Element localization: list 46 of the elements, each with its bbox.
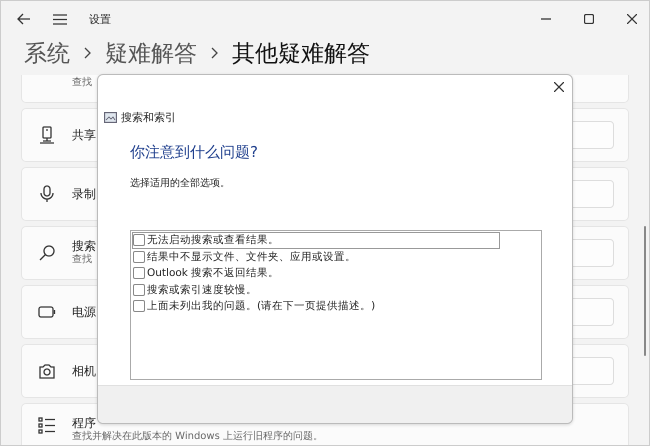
checkbox[interactable] xyxy=(133,234,145,246)
option-item[interactable]: 无法启动搜索或查看结果。 xyxy=(132,232,500,248)
breadcrumb-item[interactable]: 疑难解答 xyxy=(105,38,197,68)
checkbox[interactable] xyxy=(133,267,145,280)
checkbox[interactable] xyxy=(133,284,145,296)
card-subtitle: 查找 xyxy=(72,254,92,267)
card-subtitle: 查找并解决在此版本的 Windows 上运行旧程序的问题。 xyxy=(72,431,323,444)
card-title: 共享 xyxy=(72,128,96,142)
breadcrumb-item: 其他疑难解答 xyxy=(232,40,370,68)
maximize-icon[interactable] xyxy=(584,14,594,24)
option-item[interactable]: 结果中不显示文件、文件夹、应用或设置。 xyxy=(132,248,500,265)
phone-stand-icon xyxy=(38,126,56,144)
close-icon[interactable] xyxy=(627,14,637,24)
card-title: 程序 xyxy=(72,416,96,430)
list-icon xyxy=(38,416,56,434)
window-icon xyxy=(104,112,117,123)
menu-icon[interactable] xyxy=(53,14,67,24)
card-title: 搜索 xyxy=(72,239,96,254)
card-title: 相机 xyxy=(72,364,96,378)
breadcrumb-item[interactable]: 系统 xyxy=(24,38,70,68)
option-item[interactable]: Outlook 搜索不返回结果。 xyxy=(132,265,500,282)
option-label: 上面未列出我的问题。(请在下一页提供描述。) xyxy=(147,299,376,314)
minimize-icon[interactable] xyxy=(541,18,551,20)
option-label: Outlook 搜索不返回结果。 xyxy=(147,266,280,280)
close-icon[interactable] xyxy=(554,82,564,92)
dialog-title: 搜索和索引 xyxy=(121,110,176,125)
option-label: 搜索或索引速度较慢。 xyxy=(147,282,257,297)
checkbox[interactable] xyxy=(133,300,145,312)
back-arrow-icon[interactable] xyxy=(17,13,31,25)
option-label: 结果中不显示文件、文件夹、应用或设置。 xyxy=(147,250,356,264)
checkbox[interactable] xyxy=(133,250,145,263)
option-item[interactable]: 上面未列出我的问题。(请在下一页提供描述。) xyxy=(132,298,500,314)
camera-icon xyxy=(38,362,56,380)
app-title: 设置 xyxy=(89,12,111,26)
search-icon xyxy=(38,244,56,262)
chevron-right-icon xyxy=(84,47,91,59)
card-title: 录制 xyxy=(72,186,96,202)
instruction-text: 选择适用的全部选项。 xyxy=(130,176,231,190)
option-item[interactable]: 搜索或索引速度较慢。 xyxy=(132,282,500,298)
option-label: 无法启动搜索或查看结果。 xyxy=(147,233,279,248)
card-title: 电源 xyxy=(72,304,96,320)
scrollbar[interactable] xyxy=(644,226,646,356)
dialog-heading: 你注意到什么问题? xyxy=(130,143,259,162)
chevron-right-icon xyxy=(211,47,218,59)
card-subtitle: 查找 xyxy=(72,77,92,90)
microphone-icon xyxy=(38,185,56,203)
